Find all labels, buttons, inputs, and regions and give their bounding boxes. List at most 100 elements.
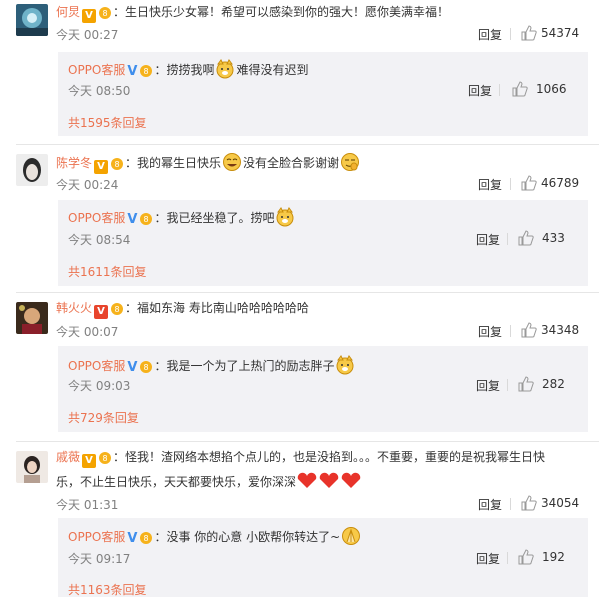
svg-text:8: 8: [144, 215, 149, 224]
thumbs-up-icon[interactable]: [521, 175, 537, 191]
like-count: 54374: [541, 26, 580, 40]
verified-v-icon: V: [82, 9, 97, 23]
reply-box: OPPO客服 V 8 ：我已经坐稳了。捞吧 今天 08:54 回复 433 共1611…: [58, 200, 588, 286]
verified-v-icon: V: [94, 160, 109, 174]
reply-button[interactable]: 回复: [478, 176, 502, 193]
reply-button[interactable]: 回复: [476, 550, 500, 567]
divider: [499, 84, 500, 96]
timestamp: 今天 01:31: [56, 498, 119, 512]
doge-emoji-icon: [215, 59, 235, 79]
vip-v-icon: V: [127, 531, 138, 546]
reply-username[interactable]: OPPO客服: [68, 211, 125, 225]
vip-v-icon: V: [127, 360, 138, 375]
reply-text: 捞捞我啊: [166, 63, 215, 77]
vip-v-icon: V: [127, 212, 138, 227]
reply-text: 没事 你的心意 小欧帮你转达了~: [166, 530, 341, 544]
medal-icon: 8: [138, 211, 154, 225]
folded-hands-emoji-icon: [341, 526, 361, 546]
reply-button[interactable]: 回复: [476, 231, 500, 248]
reply-box: OPPO客服 V 8 ：我是一个为了上热门的励志胖子 今天 09:03 回复 282 …: [58, 346, 588, 432]
medal-icon: 8: [138, 359, 154, 373]
view-more-replies[interactable]: 共729条回复: [68, 409, 139, 426]
svg-text:8: 8: [102, 9, 107, 18]
svg-text:8: 8: [144, 67, 149, 76]
comment-text: 福如东海 寿比南山哈哈哈哈哈哈: [137, 301, 309, 315]
doge-emoji-icon: [335, 355, 355, 375]
username[interactable]: 陈学冬: [56, 156, 92, 170]
medal-icon: 8: [109, 156, 125, 170]
divider: [510, 325, 511, 337]
comment-text: 怪我！渣网络本想掐个点儿的，也是没掐到。。。不重要，重要的是祝我幂生日快: [125, 450, 546, 464]
divider: [507, 379, 508, 391]
reply-username[interactable]: OPPO客服: [68, 359, 125, 373]
thumbs-up-icon[interactable]: [521, 322, 537, 338]
thumbs-up-icon[interactable]: [521, 25, 537, 41]
reply-username[interactable]: OPPO客服: [68, 63, 125, 77]
medal-icon: 8: [138, 530, 154, 544]
view-more-replies[interactable]: 共1611条回复: [68, 263, 147, 280]
timestamp: 今天 09:03: [68, 379, 131, 393]
avatar[interactable]: [16, 154, 48, 186]
like-count: 34348: [541, 323, 580, 337]
svg-text:8: 8: [102, 454, 107, 463]
username[interactable]: 戚薇: [56, 450, 80, 464]
reply-button[interactable]: 回复: [468, 82, 492, 99]
timestamp: 今天 09:17: [68, 552, 131, 566]
reply-username[interactable]: OPPO客服: [68, 530, 125, 544]
medal-icon: 8: [97, 450, 113, 464]
svg-text:8: 8: [144, 534, 149, 543]
divider: [507, 233, 508, 245]
avatar[interactable]: [16, 302, 48, 334]
thumbs-up-icon[interactable]: [518, 376, 534, 392]
thumbs-up-icon[interactable]: [518, 549, 534, 565]
thumbs-up-icon[interactable]: [518, 230, 534, 246]
like-count: 1066: [536, 82, 567, 96]
thumbs-up-icon[interactable]: [512, 81, 528, 97]
username[interactable]: 韩火火: [56, 301, 92, 315]
reply-box: OPPO客服 V 8 ：没事 你的心意 小欧帮你转达了~ 今天 09:17 回复 19…: [58, 518, 588, 597]
heart-emoji-icons: [296, 472, 362, 489]
username[interactable]: 何炅: [56, 5, 80, 19]
comment-text: 我的幂生日快乐: [137, 156, 222, 170]
like-count: 282: [542, 377, 565, 391]
doge-emoji-icon: [275, 207, 295, 227]
svg-text:8: 8: [114, 160, 119, 169]
timestamp: 今天 08:54: [68, 233, 131, 247]
divider: [510, 28, 511, 40]
view-more-replies[interactable]: 共1595条回复: [68, 114, 147, 131]
reply-text: 我已经坐稳了。捞吧: [166, 211, 275, 225]
like-count: 34054: [541, 496, 580, 510]
timestamp: 今天 00:27: [56, 28, 119, 42]
reply-button[interactable]: 回复: [478, 496, 502, 513]
reply-text: 难得没有迟到: [236, 63, 309, 77]
sly-emoji-icon: [340, 152, 360, 172]
comment-text: 乐，不止生日快乐，天天都要快乐，爱你深深: [56, 475, 297, 489]
reply-text: 我是一个为了上热门的励志胖子: [166, 359, 335, 373]
avatar[interactable]: [16, 4, 48, 36]
reply-button[interactable]: 回复: [476, 377, 500, 394]
timestamp: 今天 00:07: [56, 325, 119, 339]
reply-button[interactable]: 回复: [478, 323, 502, 340]
verified-v-icon: V: [82, 454, 97, 468]
comment-text: 生日快乐少女幂！希望可以感染到你的强大！愿你美满幸福！: [125, 5, 450, 19]
vip-v-icon: V: [127, 64, 138, 79]
medal-icon: 8: [109, 301, 125, 315]
avatar[interactable]: [16, 451, 48, 483]
svg-text:8: 8: [144, 363, 149, 372]
medal-icon: 8: [138, 63, 154, 77]
reply-button[interactable]: 回复: [478, 26, 502, 43]
thumbs-up-icon[interactable]: [521, 495, 537, 511]
like-count: 192: [542, 550, 565, 564]
like-count: 433: [542, 231, 565, 245]
reply-box: OPPO客服 V 8 ：捞捞我啊 难得没有迟到 今天 08:50 回复 1066 共15…: [58, 52, 588, 136]
timestamp: 今天 08:50: [68, 84, 131, 98]
view-more-replies[interactable]: 共1163条回复: [68, 581, 147, 598]
comment-divider: [16, 292, 599, 293]
divider: [507, 552, 508, 564]
medal-icon: 8: [97, 5, 113, 19]
comment-divider: [16, 441, 599, 442]
comment-text: 没有全脸合影谢谢: [243, 156, 340, 170]
laugh-emoji-icon: [222, 152, 242, 172]
divider: [510, 178, 511, 190]
comment-divider: [16, 144, 599, 145]
